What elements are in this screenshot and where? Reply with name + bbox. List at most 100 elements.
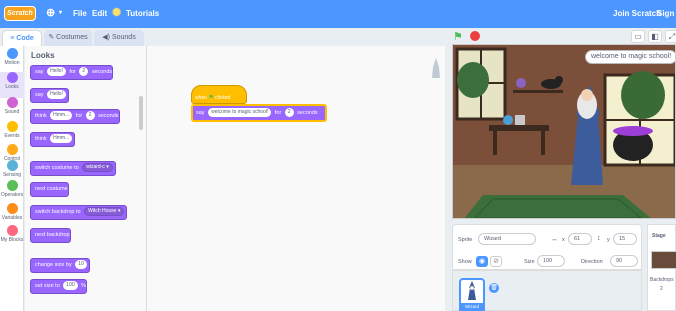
menu-tutorials[interactable]: Tutorials <box>126 9 159 18</box>
size-input[interactable]: 100 <box>537 255 565 267</box>
block-input[interactable]: Hello! <box>47 90 66 100</box>
tab-costumes-label: Costumes <box>56 34 88 41</box>
block-text: next costume <box>35 186 68 192</box>
category-dot <box>7 97 18 108</box>
block-input[interactable]: 2 <box>85 111 95 121</box>
category-dot <box>7 203 18 214</box>
block-text: say <box>196 110 205 116</box>
block-text: think <box>35 113 47 119</box>
category-dot <box>7 121 18 132</box>
tab-sounds-label: Sounds <box>111 34 136 41</box>
large-stage-icon[interactable]: ◧ <box>648 30 662 43</box>
stage-canvas[interactable]: welcome to magic school! <box>452 44 676 219</box>
show-eye-icon[interactable]: ◉ <box>476 256 488 267</box>
speech-bubble: welcome to magic school! <box>585 50 675 64</box>
category-label: Sensing <box>2 172 22 178</box>
x-input[interactable]: 61 <box>568 233 592 245</box>
block-input[interactable]: welcome to magic school! <box>208 108 272 118</box>
block-say[interactable]: say Hello! <box>30 88 69 103</box>
tab-sounds[interactable]: ◀) Sounds <box>94 30 144 46</box>
block-change-size[interactable]: change size by 10 <box>30 258 90 273</box>
block-input[interactable]: Hello! <box>47 67 66 77</box>
category-my-blocks[interactable]: My Blocks <box>0 225 24 251</box>
size-label: Size <box>524 259 535 265</box>
block-text: set size to <box>35 283 60 289</box>
backdrops-label: Backdrops <box>650 277 674 283</box>
stage-selector[interactable]: Stage Backdrops 2 <box>647 224 676 311</box>
editor-tabs: ≡ Code ✎ Costumes ◀) Sounds <box>0 28 445 46</box>
scratch-logo[interactable]: Scratch <box>4 6 36 21</box>
sprite-tile-wizard[interactable]: Wizard 🗑 <box>459 278 499 311</box>
costume-dropdown[interactable]: wizard-c ▾ <box>82 163 113 173</box>
block-text: think <box>35 136 47 142</box>
category-dot <box>7 160 18 171</box>
tab-code[interactable]: ≡ Code <box>2 30 42 46</box>
sprite-list: Wizard 🗑 <box>452 270 642 311</box>
tab-costumes[interactable]: ✎ Costumes <box>44 30 92 46</box>
say-for-seconds-block[interactable]: say welcome to magic school! for 2 secon… <box>191 104 327 122</box>
block-input[interactable]: 10 <box>75 260 87 270</box>
dropdown-value: Witch House <box>88 208 117 215</box>
when-flag-clicked-block[interactable]: when ⚑ clicked <box>191 85 247 104</box>
block-switch-costume[interactable]: switch costume to wizard-c ▾ <box>30 161 116 176</box>
fullscreen-icon[interactable]: ⤢ <box>665 30 676 43</box>
hide-eye-icon[interactable]: ⊘ <box>490 256 502 267</box>
block-input[interactable]: 100 <box>63 281 78 291</box>
block-text: clicked <box>215 95 231 101</box>
sprite-info-panel: Sprite Wizard ↔ x 61 ↕ y 15 Show ◉ ⊘ Siz… <box>452 224 642 270</box>
block-think[interactable]: think Hmm... <box>30 132 76 147</box>
block-text: seconds <box>91 69 113 75</box>
category-label: Operators <box>0 192 24 198</box>
wizard-house-backdrop <box>453 45 675 218</box>
category-sound[interactable]: Sound <box>0 97 24 123</box>
direction-label: Direction <box>581 259 603 265</box>
sign-in-link[interactable]: Sign <box>657 9 674 18</box>
menu-edit[interactable]: Edit <box>92 9 107 18</box>
join-scratch-link[interactable]: Join Scratch <box>613 9 661 18</box>
green-flag-icon[interactable]: ⚑ <box>453 31 465 43</box>
chevron-down-icon[interactable]: ▾ <box>59 9 62 16</box>
block-input[interactable]: 2 <box>79 67 89 77</box>
block-text: say <box>35 92 44 98</box>
backdrops-count: 2 <box>660 286 663 292</box>
direction-input[interactable]: 90 <box>610 255 638 267</box>
x-axis-icon: ↔ <box>551 236 558 243</box>
block-text: for <box>75 113 83 119</box>
dropdown-value: wizard-c <box>86 164 105 171</box>
y-axis-icon: ↕ <box>597 235 601 242</box>
backdrop-dropdown[interactable]: Witch House ▾ <box>84 207 125 217</box>
category-looks[interactable]: Looks <box>0 72 24 98</box>
block-switch-backdrop[interactable]: switch backdrop to Witch House ▾ <box>30 205 128 220</box>
block-text: when <box>195 95 207 101</box>
block-input[interactable]: Hmm... <box>50 111 73 121</box>
category-menu: Motion Looks Sound Events Control Sensin… <box>0 46 24 311</box>
block-say-for-seconds[interactable]: say Hello! for 2 seconds <box>30 65 114 80</box>
scratch-editor: Scratch ⊕ ▾ File Edit ✺ Tutorials Join S… <box>0 0 676 311</box>
script-area[interactable]: when ⚑ clicked say welcome to magic scho… <box>147 46 445 311</box>
green-flag-icon: ⚑ <box>208 95 214 101</box>
palette-title: Looks <box>31 51 55 60</box>
block-think-for-seconds[interactable]: think Hmm... for 2 seconds <box>30 109 120 124</box>
block-set-size[interactable]: set size to 100 % <box>30 279 88 294</box>
block-text: for <box>69 69 76 75</box>
sprite-name-input[interactable]: Wizard <box>478 233 536 245</box>
stop-icon[interactable] <box>470 31 480 41</box>
sprite-ghost-icon <box>432 58 440 78</box>
y-label: y <box>607 237 610 243</box>
block-input[interactable]: Hmm... <box>50 134 73 144</box>
block-next-costume[interactable]: next costume <box>30 182 69 197</box>
palette-scrollbar[interactable] <box>139 96 143 130</box>
globe-icon[interactable]: ⊕ <box>46 6 55 19</box>
tab-code-label: Code <box>16 35 34 42</box>
menu-file[interactable]: File <box>73 9 87 18</box>
y-input[interactable]: 15 <box>613 233 637 245</box>
lightbulb-icon[interactable]: ✺ <box>112 6 121 19</box>
category-dot <box>7 225 18 236</box>
block-next-backdrop[interactable]: next backdrop <box>30 228 71 243</box>
trash-icon[interactable]: 🗑 <box>489 283 499 293</box>
block-input[interactable]: 2 <box>284 108 294 118</box>
small-stage-icon[interactable]: ▭ <box>631 30 645 43</box>
block-text: seconds <box>297 110 318 116</box>
category-dot <box>7 144 18 155</box>
category-motion[interactable]: Motion <box>0 48 24 74</box>
